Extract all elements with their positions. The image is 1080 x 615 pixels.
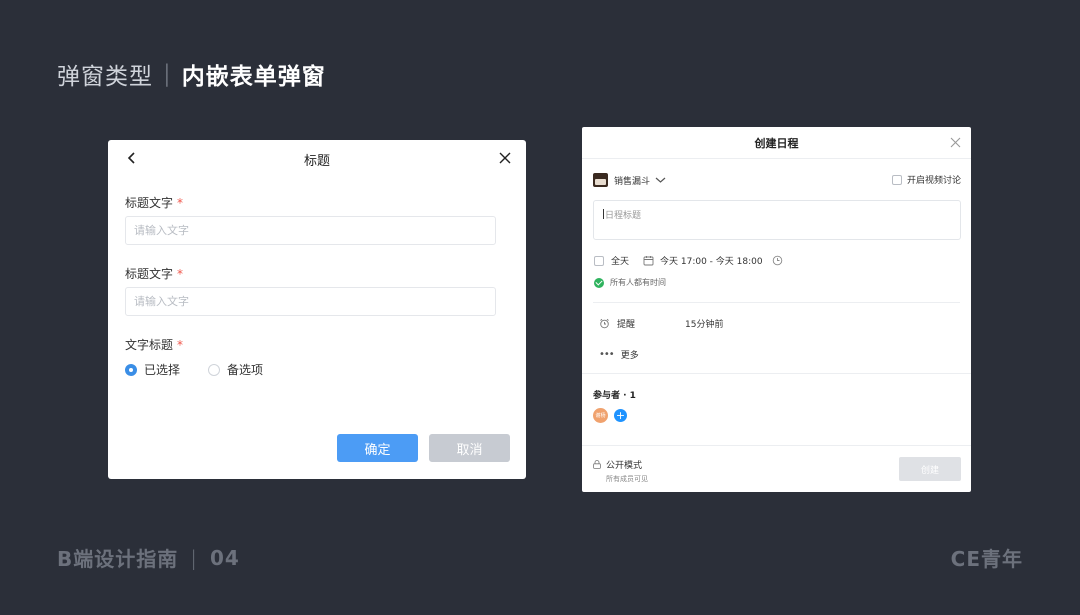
checkbox-icon <box>891 174 902 185</box>
radio-group: 已选择 备选项 <box>125 361 291 378</box>
heading-separator: | <box>163 61 172 87</box>
required-mark: * <box>177 267 184 281</box>
chevron-down-icon <box>655 177 666 183</box>
check-circle-icon <box>594 277 604 288</box>
reminder-value[interactable]: 15分钟前 <box>685 317 723 330</box>
availability-text: 所有人都有时间 <box>610 278 666 287</box>
reminder-label: 提醒 <box>617 320 636 330</box>
calendar-avatar-icon <box>593 173 608 187</box>
radio-label: 备选项 <box>227 363 264 377</box>
create-button[interactable]: 创建 <box>899 457 961 481</box>
all-day-checkbox[interactable] <box>594 255 604 266</box>
radio-option-alternative[interactable]: 备选项 <box>208 361 263 378</box>
participant-list: 谢杨 + <box>593 408 627 423</box>
text-input-2[interactable] <box>125 287 496 316</box>
field-label-text: 标题文字 <box>125 196 174 210</box>
footer-separator: | <box>190 545 198 570</box>
close-icon[interactable] <box>950 137 961 148</box>
reminder-row[interactable]: 提醒 15分钟前 <box>599 317 723 330</box>
radio-label: 已选择 <box>144 363 181 377</box>
footer-number: 04 <box>210 545 240 570</box>
field-label-2: 标题文字 * <box>125 265 183 282</box>
calendar-name: 销售漏斗 <box>614 176 651 187</box>
visibility-description: 所有成员可见 <box>606 475 648 483</box>
radio-unchecked-icon <box>208 363 221 376</box>
radio-option-selected[interactable]: 已选择 <box>125 361 180 378</box>
alarm-clock-icon <box>600 318 609 329</box>
field-label-1: 标题文字 * <box>125 194 183 211</box>
dialog-header: 标题 <box>108 140 526 178</box>
checkbox-label: 开启视频讨论 <box>906 176 961 186</box>
visibility-label: 公开模式 <box>606 461 643 471</box>
calendar-icon <box>643 256 654 266</box>
more-dots-icon: ••• <box>599 349 615 360</box>
form-dialog: 标题 标题文字* 标题文字* 文字标题* 已选择 备选项 确定 取消 <box>108 140 526 479</box>
close-icon[interactable] <box>498 151 512 165</box>
field-label-text: 标题文字 <box>125 267 174 281</box>
add-participant-button[interactable]: + <box>614 409 627 422</box>
dialog-title: 标题 <box>303 153 330 169</box>
schedule-title-input[interactable]: 日程标题 <box>593 200 961 240</box>
required-mark: * <box>177 338 184 352</box>
create-schedule-dialog: 创建日程 销售漏斗 开启视频讨论 日程标题 全天 今天 17:00 - 今天 1… <box>582 127 971 492</box>
footer-left: B端设计指南 | 04 <box>57 543 240 572</box>
visibility-mode[interactable]: 公开模式 所有成员可见 <box>593 458 648 484</box>
radio-group-label: 文字标题 * <box>125 336 183 353</box>
page-heading-prefix: 弹窗类型 <box>57 64 153 90</box>
footer-title: B端设计指南 <box>57 547 179 571</box>
dialog-header: 创建日程 <box>582 127 971 159</box>
page-heading-emphasis: 内嵌表单弹窗 <box>181 64 326 90</box>
timezone-icon[interactable] <box>772 255 783 266</box>
participants-label: 参与者 · 1 <box>593 391 636 401</box>
time-range[interactable]: 今天 17:00 - 今天 18:00 <box>660 254 763 267</box>
footer-brand: CE青年 <box>950 547 1023 571</box>
title-placeholder: 日程标题 <box>605 211 642 221</box>
avatar[interactable]: 谢杨 <box>593 408 608 423</box>
calendar-selector[interactable]: 销售漏斗 <box>593 173 666 187</box>
more-label: 更多 <box>620 351 639 361</box>
more-options[interactable]: ••• 更多 <box>599 348 639 361</box>
radio-checked-icon <box>125 363 137 376</box>
cancel-button[interactable]: 取消 <box>429 434 510 462</box>
field-label-text: 文字标题 <box>125 338 174 352</box>
video-discussion-checkbox[interactable]: 开启视频讨论 <box>891 173 961 186</box>
back-arrow-icon[interactable] <box>126 150 138 166</box>
dialog-title: 创建日程 <box>754 136 799 150</box>
confirm-button[interactable]: 确定 <box>337 434 418 462</box>
divider <box>582 373 971 374</box>
divider <box>582 445 971 446</box>
availability-status: 所有人都有时间 <box>594 277 666 288</box>
divider <box>593 302 960 303</box>
text-input-1[interactable] <box>125 216 496 245</box>
required-mark: * <box>177 196 184 210</box>
all-day-label[interactable]: 全天 <box>611 254 629 267</box>
time-row: 全天 今天 17:00 - 今天 18:00 <box>594 254 789 267</box>
text-caret <box>603 209 604 219</box>
page-heading: 弹窗类型 | 内嵌表单弹窗 <box>57 57 326 91</box>
lock-icon <box>593 460 601 469</box>
